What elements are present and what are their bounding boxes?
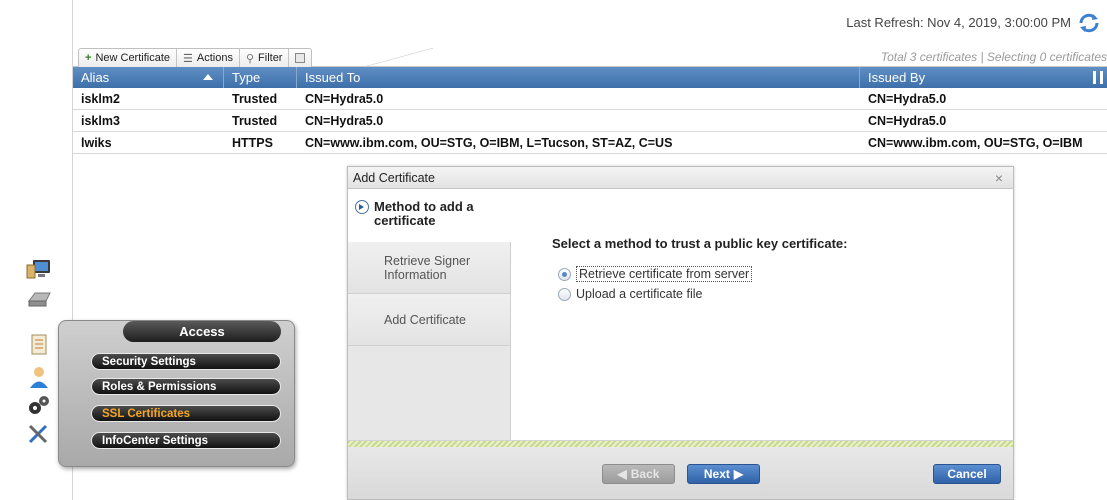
actions-label: Actions (196, 52, 233, 64)
column-header-type[interactable]: Type (224, 67, 297, 88)
dialog-footer: ◀ Back Next ▶ Cancel (348, 447, 1013, 499)
save-button[interactable] (289, 49, 311, 67)
column-header-alias[interactable]: Alias (73, 67, 224, 88)
wizard-steps: Method to add a certificate Retrieve Sig… (348, 190, 511, 440)
radio-button[interactable] (558, 287, 571, 301)
option-label: Retrieve certificate from server (576, 266, 753, 282)
menu-item-infocenter-settings[interactable]: InfoCenter Settings (91, 432, 281, 449)
column-header-label: Type (232, 70, 261, 85)
cell-alias: isklm2 (81, 92, 120, 106)
option-retrieve-from-server[interactable]: Retrieve certificate from server (558, 266, 753, 282)
cell-type: Trusted (232, 114, 278, 128)
new-certificate-label: New Certificate (95, 52, 171, 64)
menu-item-security-settings[interactable]: Security Settings (91, 353, 281, 370)
cell-type: Trusted (232, 92, 278, 106)
table-row[interactable]: isklm2 Trusted CN=Hydra5.0 CN=Hydra5.0 (73, 89, 1107, 110)
search-icon: ⚲ (245, 52, 255, 65)
next-button-label: Next (703, 467, 730, 481)
wizard-step-retrieve-signer[interactable]: Retrieve Signer Information (348, 242, 511, 294)
wizard-step-label: Add Certificate (384, 312, 466, 327)
close-icon[interactable]: × (995, 167, 1003, 189)
plus-icon: + (85, 52, 92, 64)
monitor-icon[interactable] (26, 257, 52, 281)
grid-header: Alias Type Issued To Issued By (73, 67, 1107, 88)
back-button-label: Back (630, 467, 660, 481)
toolbar-button-group: + New Certificate ☰ Actions ⚲ Filter (78, 48, 313, 67)
new-certificate-button[interactable]: + New Certificate (79, 49, 178, 67)
access-menu-title: Access (123, 321, 281, 342)
dialog-body: Select a method to trust a public key ce… (511, 190, 1013, 440)
sort-ascending-icon (203, 74, 213, 80)
drive-icon[interactable] (26, 287, 52, 311)
filter-label: Filter (258, 52, 283, 64)
progress-hatch-bar (348, 440, 1013, 447)
column-menu-icon[interactable] (1093, 71, 1103, 84)
cell-alias: lwiks (81, 136, 112, 150)
access-menu-popup: Access Security Settings Roles & Permiss… (58, 320, 295, 467)
user-icon[interactable] (26, 365, 52, 389)
cancel-button-label: Cancel (947, 467, 987, 481)
cell-issued-by: CN=Hydra5.0 (868, 92, 947, 106)
tools-icon[interactable] (26, 422, 52, 446)
next-arrow-icon: ▶ (733, 467, 744, 481)
toolbar-tab-edge (363, 48, 433, 67)
wizard-step-method[interactable]: Method to add a certificate (348, 190, 511, 242)
cell-issued-by: CN=www.ibm.com, OU=STG, O=IBM (868, 136, 1083, 150)
save-icon (295, 53, 306, 63)
wizard-step-add-certificate[interactable]: Add Certificate (348, 294, 511, 346)
cell-issued-to: CN=Hydra5.0 (305, 114, 384, 128)
current-step-icon (355, 200, 369, 214)
add-certificate-dialog: Add Certificate × Method to add a certif… (347, 166, 1014, 500)
column-header-label: Alias (81, 70, 110, 85)
option-label: Upload a certificate file (576, 287, 703, 301)
cell-issued-by: CN=Hydra5.0 (868, 114, 947, 128)
option-upload-file[interactable]: Upload a certificate file (558, 287, 702, 301)
list-icon: ☰ (183, 52, 193, 65)
actions-button[interactable]: ☰ Actions (177, 49, 240, 67)
dialog-title: Add Certificate (353, 171, 435, 185)
cell-type: HTTPS (232, 136, 273, 150)
back-arrow-icon: ◀ (617, 467, 627, 481)
cell-issued-to: CN=Hydra5.0 (305, 92, 384, 106)
table-row[interactable]: lwiks HTTPS CN=www.ibm.com, OU=STG, O=IB… (73, 133, 1107, 154)
menu-item-roles-permissions[interactable]: Roles & Permissions (91, 378, 281, 395)
refresh-icon[interactable] (1077, 12, 1101, 34)
grid-toolbar: + New Certificate ☰ Actions ⚲ Filter Tot… (73, 48, 1107, 67)
method-prompt: Select a method to trust a public key ce… (552, 236, 848, 251)
cell-alias: isklm3 (81, 114, 120, 128)
column-header-issued-by[interactable]: Issued By (860, 67, 1107, 88)
cell-issued-to: CN=www.ibm.com, OU=STG, O=IBM, L=Tucson,… (305, 136, 673, 150)
column-header-issued-to[interactable]: Issued To (297, 67, 860, 88)
wizard-step-label: Method to add a certificate (374, 199, 474, 228)
back-button[interactable]: ◀ Back (602, 464, 675, 484)
column-header-label: Issued By (868, 70, 926, 85)
gears-icon[interactable] (26, 393, 52, 417)
total-certificates-text: Total 3 certificates | Selecting 0 certi… (880, 50, 1107, 64)
menu-item-ssl-certificates[interactable]: SSL Certificates (91, 405, 281, 422)
notepad-icon[interactable] (26, 333, 52, 357)
wizard-steps-filler (348, 346, 511, 440)
filter-button[interactable]: ⚲ Filter (240, 49, 290, 67)
cancel-button[interactable]: Cancel (933, 464, 1001, 484)
next-button[interactable]: Next ▶ (687, 464, 760, 484)
last-refresh-text: Last Refresh: Nov 4, 2019, 3:00:00 PM (846, 15, 1071, 30)
radio-button-selected[interactable] (558, 267, 571, 281)
wizard-step-label: Retrieve Signer Information (384, 253, 471, 282)
column-header-label: Issued To (305, 70, 361, 85)
dialog-title-bar[interactable]: Add Certificate × (348, 167, 1013, 189)
table-row[interactable]: isklm3 Trusted CN=Hydra5.0 CN=Hydra5.0 (73, 111, 1107, 132)
